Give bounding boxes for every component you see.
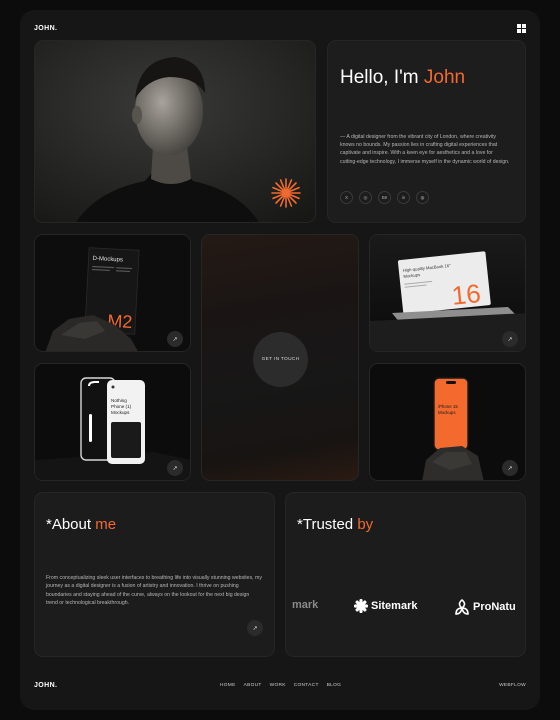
client-logo-sitemark: Sitemark (354, 599, 417, 613)
work-card-d-mockups[interactable]: D-Mockups M2 ↗ (34, 234, 191, 352)
svg-text:Mockups: Mockups (111, 410, 130, 415)
client-logo-sitemark-text: Sitemark (371, 600, 418, 612)
trusted-heading-prefix: *Trusted (297, 516, 358, 533)
client-logo-pronatu: ProNatu (454, 599, 516, 615)
macbook-arrow-button[interactable]: ↗ (502, 331, 518, 347)
macbook-number: 16 (450, 278, 482, 311)
svg-text:iPhone 15: iPhone 15 (438, 404, 458, 409)
grid-menu-icon[interactable] (517, 23, 526, 33)
work-card-macbook[interactable]: High-quality MacBook 16" Mockups 16 ↗ (369, 234, 526, 352)
x-icon[interactable]: X (340, 191, 353, 204)
logo[interactable]: JOHN. (34, 25, 57, 32)
svg-text:Phone (1): Phone (1) (111, 404, 132, 409)
page-frame: JOHN. Hello, I'm John — A digital design… (20, 10, 540, 710)
about-text: From conceptualizing sleek user interfac… (46, 575, 262, 607)
client-logo-pronatu-text: ProNatu (473, 601, 516, 613)
top-bar: JOHN. (34, 18, 526, 38)
sitemark-icon (354, 599, 368, 613)
work-card-nothing-phone[interactable]: Nothing Phone (1) Mockups ↗ (34, 363, 191, 481)
behance-icon[interactable]: Bē (378, 191, 391, 204)
footer-nav: HOME ABOUT WORK CONTACT BLOG (220, 683, 341, 688)
client-logos: mark Sitemark ProNatu (286, 599, 525, 617)
footer-nav-contact[interactable]: CONTACT (294, 683, 319, 688)
instagram-icon[interactable]: ◎ (359, 191, 372, 204)
sunburst-icon (271, 178, 301, 208)
footer-logo[interactable]: JOHN. (34, 682, 57, 689)
dribbble-icon[interactable]: ◍ (416, 191, 429, 204)
trusted-heading: *Trusted by (297, 516, 373, 533)
client-logo-partial: mark (292, 599, 318, 611)
footer-nav-blog[interactable]: BLOG (327, 683, 342, 688)
intro-card: Hello, I'm John — A digital designer fro… (327, 40, 526, 223)
social-links: X ◎ Bē in ◍ (340, 191, 429, 204)
iphone-arrow-button[interactable]: ↗ (502, 460, 518, 476)
name-text: John (423, 67, 466, 88)
about-heading-accent: me (95, 516, 117, 533)
linkedin-icon[interactable]: in (397, 191, 410, 204)
intro-heading: Hello, I'm John (340, 67, 465, 89)
footer-nav-about[interactable]: ABOUT (244, 683, 262, 688)
hero-portrait (34, 40, 316, 223)
footer-nav-work[interactable]: WORK (270, 683, 286, 688)
client-logo-partial-text: mark (292, 599, 319, 611)
d-mockups-arrow-button[interactable]: ↗ (167, 331, 183, 347)
about-arrow-button[interactable]: ↗ (247, 620, 263, 636)
about-card: *About me From conceptualizing sleek use… (34, 492, 275, 657)
webflow-credit-link[interactable]: WEBFLOW (499, 683, 526, 688)
svg-text:Mockups: Mockups (438, 410, 456, 415)
about-heading-prefix: *About (46, 516, 96, 533)
pronatu-icon (455, 599, 469, 615)
footer-nav-home[interactable]: HOME (220, 683, 236, 688)
get-in-touch-button[interactable]: GET IN TOUCH (253, 332, 308, 387)
trusted-by-card: *Trusted by mark Sitemark ProNatu (285, 492, 526, 657)
work-card-iphone[interactable]: iPhone 15 Mockups ↗ (369, 363, 526, 481)
trusted-heading-accent: by (357, 516, 374, 533)
footer: JOHN. HOME ABOUT WORK CONTACT BLOG WEBFL… (34, 678, 526, 692)
svg-text:Nothing: Nothing (111, 398, 127, 403)
get-in-touch-card: GET IN TOUCH (201, 234, 359, 481)
greeting-text: Hello, I'm (340, 67, 424, 88)
nothing-phone-arrow-button[interactable]: ↗ (167, 460, 183, 476)
intro-bio: — A digital designer from the vibrant ci… (340, 134, 510, 165)
about-heading: *About me (46, 516, 116, 533)
